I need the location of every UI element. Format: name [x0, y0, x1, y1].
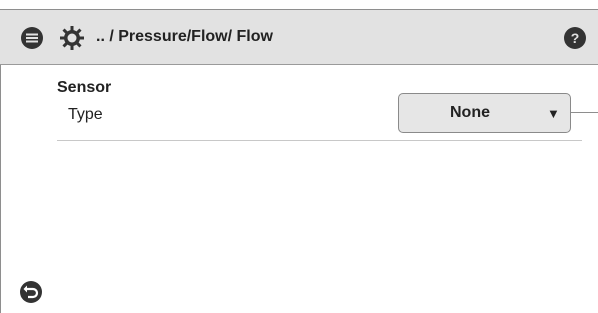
breadcrumb[interactable]: .. / Pressure/Flow/ Flow [96, 28, 273, 46]
menu-icon[interactable] [21, 27, 43, 49]
type-dropdown-value: None [450, 104, 490, 121]
back-icon[interactable] [19, 280, 43, 304]
header-bar: .. / Pressure/Flow/ Flow ? [0, 9, 598, 65]
connector-line [571, 112, 598, 113]
type-dropdown[interactable]: None ▼ [398, 93, 571, 133]
section-title-sensor: Sensor [57, 79, 112, 96]
window-top-margin [0, 0, 598, 9]
gear-icon[interactable] [59, 25, 85, 51]
dropdown-arrow-icon: ▼ [547, 106, 560, 121]
svg-text:?: ? [571, 30, 580, 46]
type-label: Type [68, 106, 103, 123]
row-divider [57, 140, 582, 141]
help-icon[interactable]: ? [564, 27, 586, 49]
